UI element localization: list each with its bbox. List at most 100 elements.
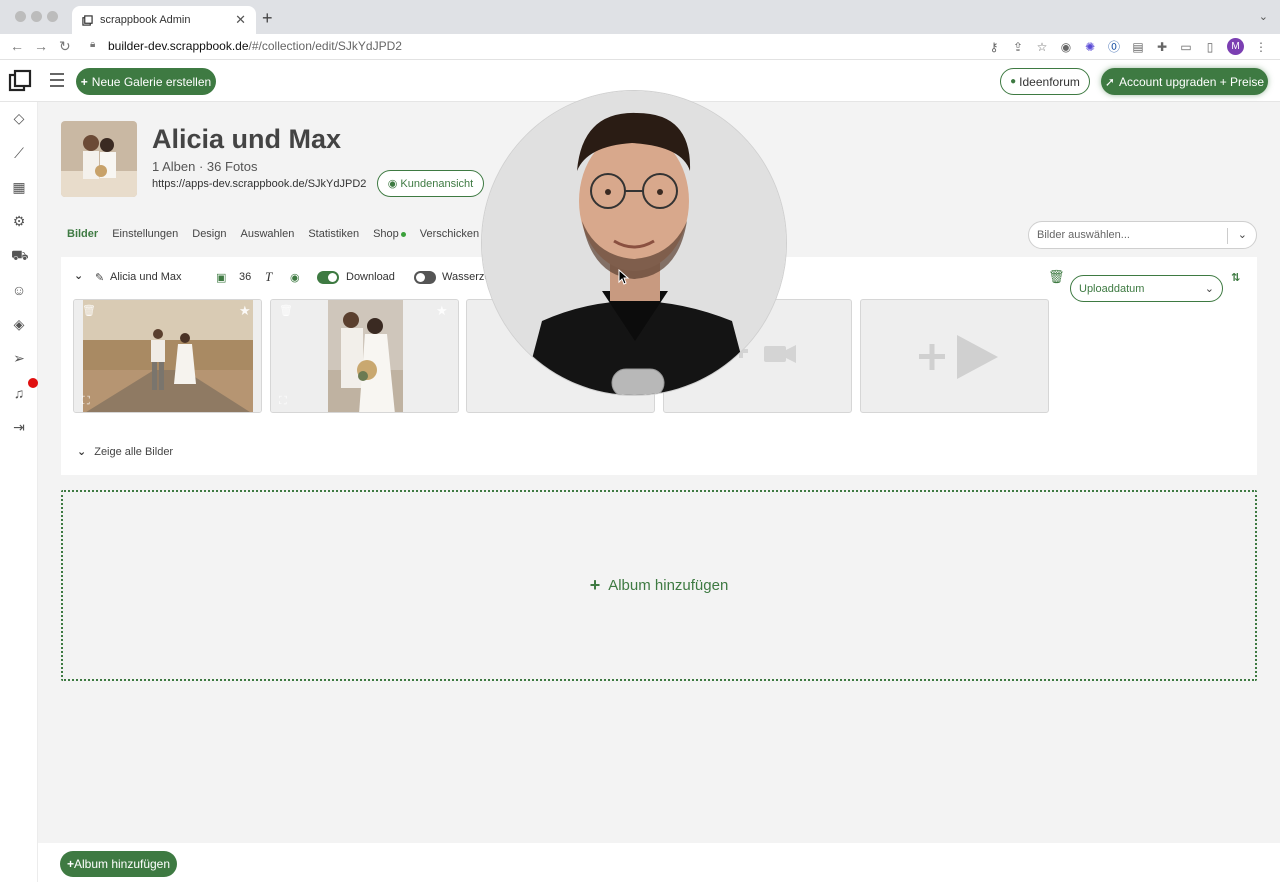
photo-couple-field bbox=[74, 300, 261, 412]
bottom-action-bar bbox=[38, 843, 1280, 882]
trash-icon[interactable]: 🗑︎ bbox=[1048, 269, 1065, 285]
download-toggle[interactable] bbox=[317, 271, 339, 284]
menu-kebab-icon[interactable]: ⋮ bbox=[1254, 40, 1268, 54]
extension-gear-icon[interactable]: ✺ bbox=[1083, 40, 1097, 54]
share-icon[interactable]: ⇪ bbox=[1011, 40, 1025, 54]
premium-diamond-icon[interactable]: ◈ bbox=[11, 316, 27, 332]
tab-design[interactable]: Design bbox=[192, 228, 226, 240]
delete-photo-icon[interactable]: 🗑︎ bbox=[279, 304, 293, 317]
settings-gear-icon[interactable]: ⚙ bbox=[11, 213, 27, 229]
cart-icon[interactable]: ⛟ bbox=[11, 247, 29, 263]
bell-icon[interactable]: ♫ bbox=[11, 385, 27, 401]
notification-dot bbox=[28, 378, 38, 388]
tab-close-icon[interactable]: ✕ bbox=[235, 12, 246, 28]
chevron-down-icon[interactable]: ⌄ bbox=[1238, 228, 1247, 241]
webcam-presenter bbox=[482, 91, 786, 395]
favorite-star-icon[interactable]: ★ bbox=[436, 303, 448, 319]
url-host: builder-dev.scrappbook.de bbox=[108, 39, 249, 53]
forward-icon[interactable]: → bbox=[34, 38, 48, 54]
profile-avatar[interactable]: M bbox=[1227, 38, 1244, 55]
tab-verschicken[interactable]: Verschicken bbox=[420, 228, 479, 240]
sort-select[interactable]: Uploaddatum ⌄ bbox=[1070, 275, 1223, 302]
add-album-label: Album hinzufügen bbox=[608, 577, 729, 594]
extension-code-icon[interactable]: ▤ bbox=[1131, 40, 1145, 54]
collection-subtitle: 1 Alben · 36 Fotos bbox=[152, 159, 258, 174]
user-icon[interactable]: ☺ bbox=[11, 282, 27, 298]
mouse-cursor-icon bbox=[618, 269, 630, 285]
sidepanel-icon[interactable]: ▯ bbox=[1203, 40, 1217, 54]
tab-bilder[interactable]: Bilder bbox=[67, 228, 98, 240]
album-photo-count: 36 bbox=[239, 271, 252, 283]
select-images-dropdown[interactable]: Bilder auswählen... ⌄ bbox=[1028, 221, 1257, 249]
extension-password-icon[interactable]: ⓪ bbox=[1107, 40, 1121, 54]
delete-photo-icon[interactable]: 🗑︎ bbox=[82, 304, 96, 317]
collection-cover-image[interactable] bbox=[61, 121, 137, 197]
key-icon[interactable]: ⚷ bbox=[987, 40, 1001, 54]
scrappbook-logo-icon[interactable] bbox=[8, 69, 32, 93]
puzzle-icon[interactable]: ✚ bbox=[1155, 40, 1169, 54]
tab-statistiken[interactable]: Statistiken bbox=[308, 228, 359, 240]
collection-link[interactable]: https://apps-dev.scrappbook.de/SJkYdJPD2 bbox=[152, 178, 366, 190]
edit-pencil-icon[interactable]: ✎ bbox=[95, 271, 104, 284]
client-view-button[interactable]: ◉ Kundenansicht bbox=[377, 170, 484, 197]
diamond-icon[interactable]: ◇ bbox=[11, 110, 27, 126]
webcam-overlay bbox=[481, 90, 787, 396]
select-images-placeholder: Bilder auswählen... bbox=[1037, 229, 1130, 241]
extension-abp-icon[interactable]: ◉ bbox=[1059, 40, 1073, 54]
visibility-eye-icon[interactable]: ◉ bbox=[290, 271, 300, 284]
upgrade-account-label: Account upgraden + Preise bbox=[1118, 74, 1265, 89]
favorite-star-icon[interactable]: ★ bbox=[239, 303, 251, 319]
face-recognition-icon[interactable]: ⛶ bbox=[82, 395, 90, 408]
window-close-button[interactable] bbox=[15, 11, 26, 22]
tab-einstellungen[interactable]: Einstellungen bbox=[112, 228, 178, 240]
double-chevron-down-icon: ⌄ bbox=[77, 446, 87, 458]
tab-shop[interactable]: Shop bbox=[373, 228, 406, 240]
images-icon: ▣ bbox=[216, 272, 227, 284]
collapse-chevrons-icon[interactable]: ⌄ bbox=[74, 269, 83, 282]
send-icon[interactable]: ➢ bbox=[11, 350, 27, 366]
ideas-forum-button[interactable]: ● Ideenforum bbox=[1000, 68, 1090, 95]
collection-tabs: Bilder Einstellungen Design Auswahlen St… bbox=[67, 228, 479, 240]
face-recognition-icon[interactable]: ⛶ bbox=[279, 395, 287, 408]
window-minimize-button[interactable] bbox=[31, 11, 42, 22]
upgrade-account-button[interactable]: ➚ Account upgraden + Preise bbox=[1101, 68, 1268, 95]
album-name[interactable]: Alicia und Max bbox=[110, 271, 182, 283]
download-label: Download bbox=[346, 271, 395, 283]
new-tab-button[interactable]: + bbox=[262, 8, 273, 29]
tab-auswahlen[interactable]: Auswahlen bbox=[241, 228, 295, 240]
back-icon[interactable]: ← bbox=[10, 38, 24, 54]
new-gallery-button[interactable]: + Neue Galerie erstellen bbox=[76, 68, 216, 95]
analytics-icon[interactable]: ⟋ bbox=[11, 145, 27, 161]
watermark-toggle[interactable] bbox=[414, 271, 436, 284]
photo-thumbnail[interactable]: 🗑︎ ★ ⛶ bbox=[73, 299, 262, 413]
url-field[interactable]: builder-dev.scrappbook.de/#/collection/e… bbox=[108, 39, 402, 53]
rocket-icon: ➚ bbox=[1104, 74, 1115, 89]
menu-hamburger-icon[interactable] bbox=[50, 73, 64, 91]
tab-list-chevron-icon[interactable]: ⌄ bbox=[1259, 10, 1268, 23]
bottom-add-album-label: Album hinzufügen bbox=[73, 857, 171, 871]
text-format-icon[interactable]: T bbox=[265, 269, 272, 285]
cover-photo bbox=[61, 121, 137, 197]
browser-tab-bar: scrappbook Admin ✕ + ⌄ bbox=[0, 0, 1280, 34]
browser-tab[interactable]: scrappbook Admin ✕ bbox=[72, 6, 256, 34]
logout-icon[interactable]: ⇥ bbox=[11, 419, 27, 435]
reload-icon[interactable]: ↻ bbox=[59, 38, 71, 55]
dropdown-separator bbox=[1227, 228, 1228, 244]
add-album-dropzone[interactable]: + Album hinzufügen bbox=[61, 490, 1257, 681]
plus-icon: + bbox=[80, 74, 88, 89]
show-all-images-button[interactable]: ⌄ Zeige alle Bilder bbox=[77, 445, 173, 459]
bottom-add-album-button[interactable]: + Album hinzufügen bbox=[60, 851, 177, 877]
photo-thumbnail[interactable]: 🗑︎ ★ ⛶ bbox=[270, 299, 459, 413]
add-play-icon bbox=[919, 335, 998, 379]
sort-direction-icon[interactable]: ⇅ bbox=[1231, 271, 1240, 284]
apps-grid-icon[interactable]: ▦ bbox=[11, 179, 27, 195]
plus-icon: + bbox=[66, 857, 74, 871]
cast-icon[interactable]: ▭ bbox=[1179, 40, 1193, 54]
sort-chevron-down-icon: ⌄ bbox=[1204, 283, 1214, 295]
browser-toolbar-icons: ⚷ ⇪ ☆ ◉ ✺ ⓪ ▤ ✚ ▭ ▯ M ⋮ bbox=[987, 38, 1268, 55]
add-media-placeholder[interactable] bbox=[860, 299, 1049, 413]
ideas-forum-label: Ideenforum bbox=[1019, 74, 1080, 89]
tab-title: scrappbook Admin bbox=[100, 14, 191, 26]
window-maximize-button[interactable] bbox=[47, 11, 58, 22]
star-icon[interactable]: ☆ bbox=[1035, 40, 1049, 54]
